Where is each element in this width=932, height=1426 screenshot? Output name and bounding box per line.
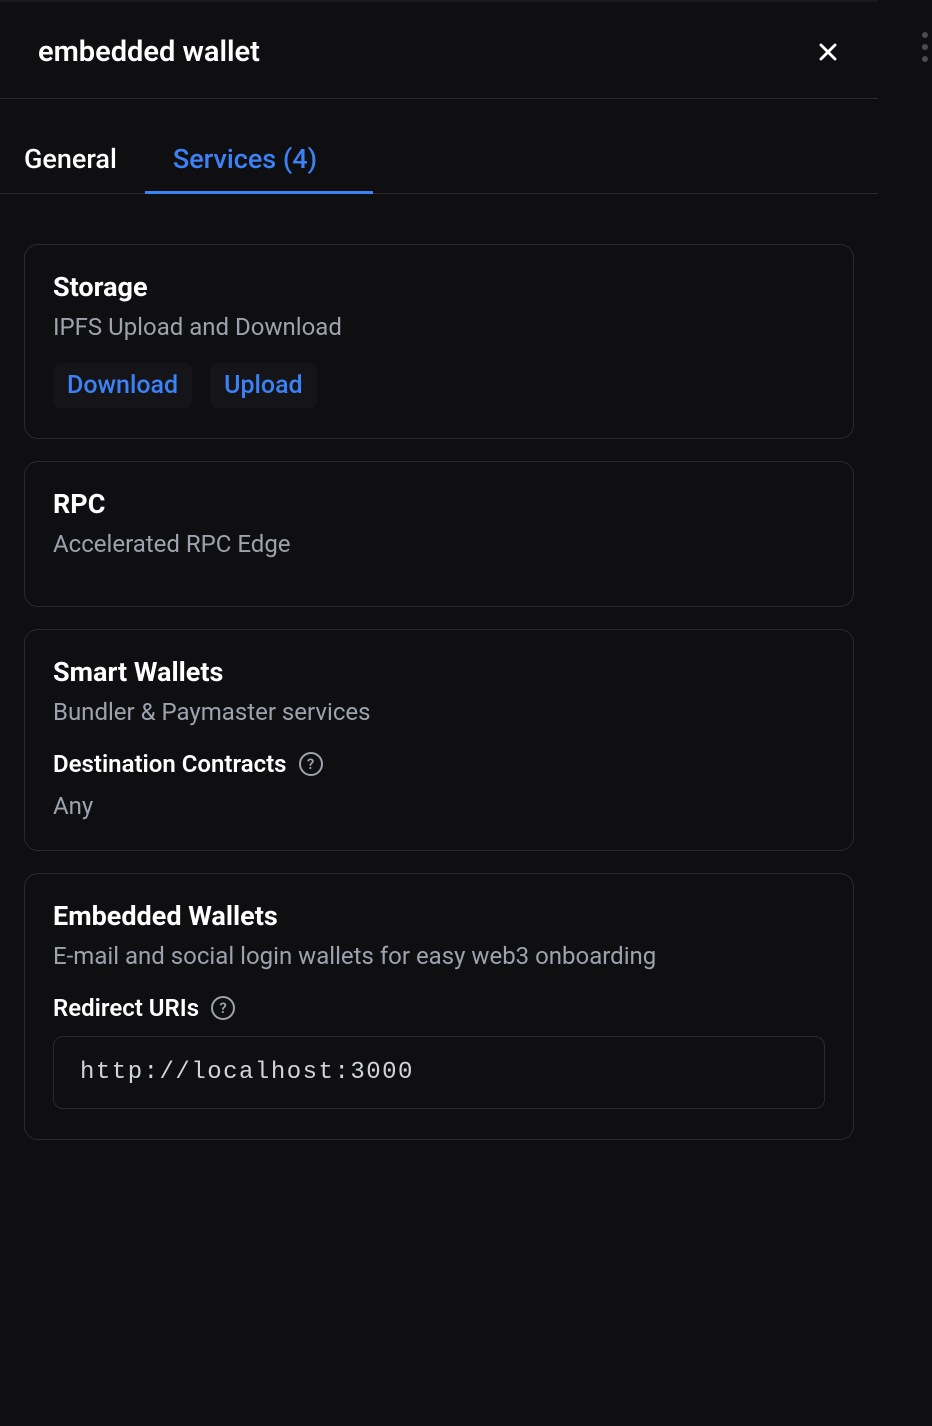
card-embedded-wallets-title: Embedded Wallets: [53, 900, 825, 932]
card-rpc-subtitle: Accelerated RPC Edge: [53, 530, 825, 558]
modal: embedded wallet General Services (4) Sto…: [0, 0, 878, 1426]
close-icon: [814, 38, 842, 66]
modal-header: embedded wallet: [0, 2, 878, 99]
card-smart-wallets: Smart Wallets Bundler & Paymaster servic…: [24, 629, 854, 851]
card-smart-wallets-title: Smart Wallets: [53, 656, 825, 688]
redirect-uris-label-text: Redirect URIs: [53, 994, 199, 1022]
card-embedded-wallets-subtitle: E-mail and social login wallets for easy…: [53, 942, 825, 970]
card-storage: Storage IPFS Upload and Download Downloa…: [24, 244, 854, 439]
tabs: General Services (4): [0, 127, 878, 194]
chip-row: Download Upload: [53, 363, 825, 408]
more-options-button[interactable]: [922, 32, 928, 62]
destination-contracts-label: Destination Contracts ?: [53, 750, 825, 778]
card-rpc-title: RPC: [53, 488, 825, 520]
card-storage-title: Storage: [53, 271, 825, 303]
close-button[interactable]: [808, 32, 848, 72]
modal-title: embedded wallet: [38, 35, 260, 69]
dot-icon: [922, 56, 928, 62]
destination-contracts-label-text: Destination Contracts: [53, 750, 287, 778]
redirect-uri-value: http://localhost:3000: [53, 1036, 825, 1109]
dot-icon: [922, 32, 928, 38]
card-storage-subtitle: IPFS Upload and Download: [53, 313, 825, 341]
tab-general[interactable]: General: [24, 127, 145, 193]
help-icon[interactable]: ?: [211, 996, 235, 1020]
destination-contracts-value: Any: [53, 792, 825, 820]
redirect-uris-label: Redirect URIs ?: [53, 994, 825, 1022]
card-rpc: RPC Accelerated RPC Edge: [24, 461, 854, 607]
tab-services[interactable]: Services (4): [173, 127, 345, 193]
card-embedded-wallets: Embedded Wallets E-mail and social login…: [24, 873, 854, 1140]
content: Storage IPFS Upload and Download Downloa…: [0, 194, 878, 1186]
dot-icon: [922, 44, 928, 50]
chip-download[interactable]: Download: [53, 363, 192, 408]
help-icon[interactable]: ?: [299, 752, 323, 776]
card-smart-wallets-subtitle: Bundler & Paymaster services: [53, 698, 825, 726]
chip-upload[interactable]: Upload: [210, 363, 317, 408]
